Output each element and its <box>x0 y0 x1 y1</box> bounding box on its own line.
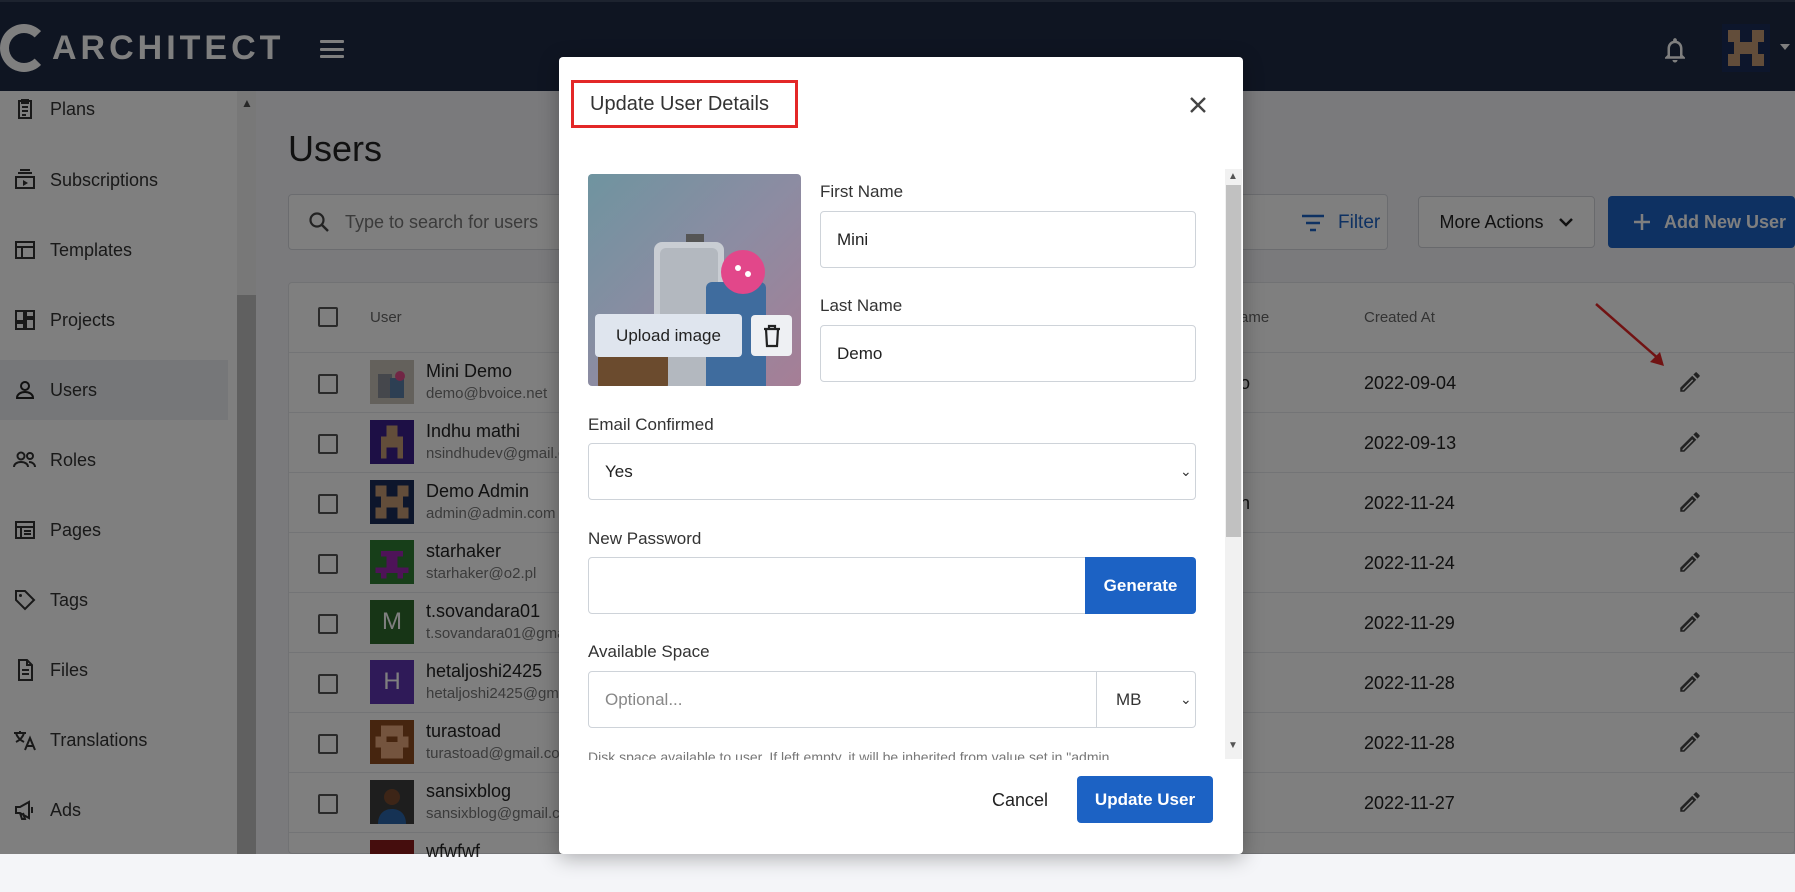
available-space-hint: Disk space available to user. If left em… <box>588 749 1110 760</box>
scroll-up-icon[interactable]: ▲ <box>1228 171 1238 182</box>
modal-scrollbar-thumb[interactable] <box>1226 185 1241 537</box>
cancel-button[interactable]: Cancel <box>984 776 1056 824</box>
upload-image-button[interactable]: Upload image <box>595 314 742 357</box>
new-password-label: New Password <box>588 529 702 548</box>
delete-image-button[interactable] <box>751 315 792 356</box>
modal-title: Update User Details <box>571 80 798 128</box>
space-unit-value: MB <box>1116 689 1142 709</box>
available-space-label: Available Space <box>588 642 710 661</box>
chevron-down-icon: ⌄ <box>1180 691 1192 707</box>
first-name-label: First Name <box>820 182 904 201</box>
available-space-field[interactable]: Optional... <box>588 671 1097 728</box>
scroll-down-icon[interactable]: ▼ <box>1228 740 1238 751</box>
last-name-label: Last Name <box>820 296 903 315</box>
last-name-field[interactable]: Demo <box>820 325 1196 382</box>
first-name-field[interactable]: Mini <box>820 211 1196 268</box>
new-password-field[interactable] <box>588 557 1086 614</box>
trash-icon <box>763 324 780 347</box>
email-confirmed-select[interactable]: Yes <box>588 443 1196 500</box>
close-icon[interactable] <box>1186 93 1210 117</box>
update-user-button[interactable]: Update User <box>1077 776 1213 823</box>
email-confirmed-value: Yes <box>605 461 633 481</box>
generate-password-button[interactable]: Generate <box>1085 557 1196 614</box>
email-confirmed-label: Email Confirmed <box>588 415 714 434</box>
chevron-down-icon: ⌄ <box>1180 463 1192 479</box>
